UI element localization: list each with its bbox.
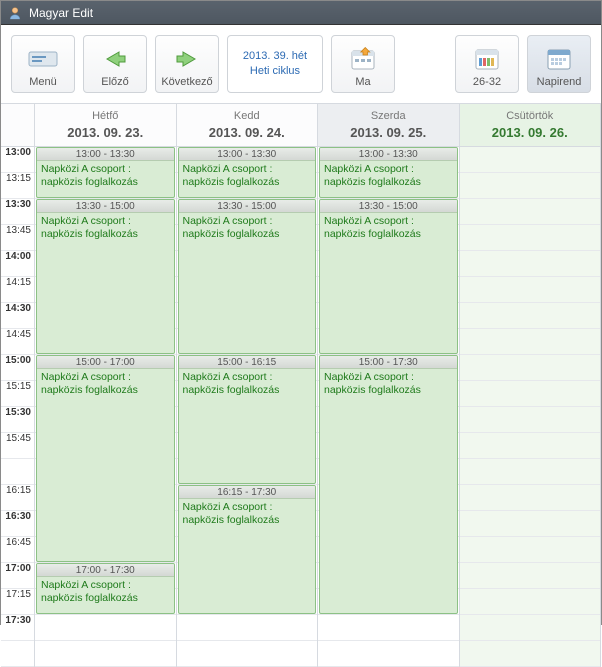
event-title: Napközi A csoport : napközis foglalkozás <box>320 369 457 399</box>
weeks-label: 26-32 <box>473 76 501 88</box>
time-slot-label: 14:45 <box>1 329 34 355</box>
agenda-label: Napirend <box>537 76 582 88</box>
event-time: 13:00 - 13:30 <box>37 148 174 161</box>
event-title: Napközi A csoport : napközis foglalkozás <box>37 213 174 243</box>
time-slot-label: 14:30 <box>1 303 34 329</box>
today-button[interactable]: Ma <box>331 35 395 93</box>
time-slot-label: 14:15 <box>1 277 34 303</box>
day-header[interactable]: Kedd 2013. 09. 24. <box>177 104 319 147</box>
calendar: Hétfő 2013. 09. 23. Kedd 2013. 09. 24. Szerd… <box>1 103 601 667</box>
day-header[interactable]: Csütörtök 2013. 09. 26. <box>460 104 602 147</box>
calendar-event[interactable]: 13:00 - 13:30Napközi A csoport : napközi… <box>319 147 458 198</box>
event-time: 16:15 - 17:30 <box>179 486 316 499</box>
window-title: Magyar Edit <box>29 6 93 20</box>
menu-icon <box>28 42 58 76</box>
day-column-thu[interactable] <box>460 147 602 667</box>
time-slot-label: 17:30 <box>1 615 34 641</box>
arrow-left-icon <box>101 42 129 76</box>
prev-button[interactable]: Előző <box>83 35 147 93</box>
calendar-event[interactable]: 13:30 - 15:00Napközi A csoport : napközi… <box>178 199 317 354</box>
event-title: Napközi A csoport : napközis foglalkozás <box>179 213 316 243</box>
day-column-tue[interactable]: 13:00 - 13:30Napközi A csoport : napközi… <box>177 147 319 667</box>
time-slot-label: 15:30 <box>1 407 34 433</box>
day-date: 2013. 09. 26. <box>464 125 597 140</box>
day-name: Hétfő <box>39 110 172 122</box>
time-slot-label: 14:00 <box>1 251 34 277</box>
event-time: 17:00 - 17:30 <box>37 564 174 577</box>
next-label: Következő <box>161 76 212 88</box>
time-slot-label: 16:15 <box>1 485 34 511</box>
calendar-event[interactable]: 13:00 - 13:30Napközi A csoport : napközi… <box>36 147 175 198</box>
week-indicator-text: 2013. 39. hétHeti ciklus <box>243 49 307 79</box>
time-slot-label: 17:00 <box>1 563 34 589</box>
time-slot-label: 15:00 <box>1 355 34 381</box>
day-column-wed[interactable]: 13:00 - 13:30Napközi A csoport : napközi… <box>318 147 460 667</box>
time-slot-label <box>1 459 34 485</box>
time-slot-label: 16:45 <box>1 537 34 563</box>
calendar-event[interactable]: 13:30 - 15:00Napközi A csoport : napközi… <box>36 199 175 354</box>
event-time: 13:00 - 13:30 <box>320 148 457 161</box>
day-date: 2013. 09. 25. <box>322 125 455 140</box>
agenda-button[interactable]: Napirend <box>527 35 591 93</box>
event-title: Napközi A csoport : napközis foglalkozás <box>179 369 316 399</box>
time-slot-label <box>1 641 34 667</box>
day-header[interactable]: Szerda 2013. 09. 25. <box>318 104 460 147</box>
calendar-agenda-icon <box>546 42 572 76</box>
event-title: Napközi A csoport : napközis foglalkozás <box>320 161 457 191</box>
prev-label: Előző <box>101 76 129 88</box>
day-name: Csütörtök <box>464 110 597 122</box>
calendar-event[interactable]: 13:30 - 15:00Napközi A csoport : napközi… <box>319 199 458 354</box>
event-title: Napközi A csoport : napközis foglalkozás <box>179 499 316 529</box>
arrow-right-icon <box>173 42 201 76</box>
event-time: 13:30 - 15:00 <box>179 200 316 213</box>
calendar-grid: 13:0013:1513:3013:4514:0014:1514:3014:45… <box>1 147 601 667</box>
user-icon <box>7 5 23 21</box>
calendar-event[interactable]: 15:00 - 17:30Napközi A csoport : napközi… <box>319 355 458 614</box>
time-slot-label: 13:45 <box>1 225 34 251</box>
time-slot-label: 15:15 <box>1 381 34 407</box>
event-title: Napközi A csoport : napközis foglalkozás <box>37 577 174 607</box>
calendar-today-icon <box>350 42 376 76</box>
day-name: Kedd <box>181 110 314 122</box>
calendar-weeks-icon <box>474 42 500 76</box>
time-slot-label: 13:15 <box>1 173 34 199</box>
window-header: Magyar Edit <box>1 1 601 25</box>
event-time: 13:30 - 15:00 <box>320 200 457 213</box>
day-date: 2013. 09. 23. <box>39 125 172 140</box>
calendar-event[interactable]: 15:00 - 17:00Napközi A csoport : napközi… <box>36 355 175 562</box>
calendar-event[interactable]: 16:15 - 17:30Napközi A csoport : napközi… <box>178 485 317 614</box>
event-title: Napközi A csoport : napközis foglalkozás <box>320 213 457 243</box>
event-time: 13:30 - 15:00 <box>37 200 174 213</box>
time-column: 13:0013:1513:3013:4514:0014:1514:3014:45… <box>1 147 35 667</box>
time-column-header <box>1 104 35 147</box>
event-title: Napközi A csoport : napközis foglalkozás <box>179 161 316 191</box>
menu-label: Menü <box>29 76 57 88</box>
day-date: 2013. 09. 24. <box>181 125 314 140</box>
time-slot-label: 13:30 <box>1 199 34 225</box>
day-column-mon[interactable]: 13:00 - 13:30Napközi A csoport : napközi… <box>35 147 177 667</box>
today-label: Ma <box>355 76 370 88</box>
time-slot-label: 15:45 <box>1 433 34 459</box>
event-time: 15:00 - 17:30 <box>320 356 457 369</box>
next-button[interactable]: Következő <box>155 35 219 93</box>
event-time: 15:00 - 17:00 <box>37 356 174 369</box>
calendar-event[interactable]: 15:00 - 16:15Napközi A csoport : napközi… <box>178 355 317 484</box>
time-slot-label: 16:30 <box>1 511 34 537</box>
toolbar: Menü Előző Következő 2013. 39. hétHeti c… <box>1 25 601 103</box>
event-title: Napközi A csoport : napközis foglalkozás <box>37 161 174 191</box>
calendar-event[interactable]: 13:00 - 13:30Napközi A csoport : napközi… <box>178 147 317 198</box>
event-title: Napközi A csoport : napközis foglalkozás <box>37 369 174 399</box>
event-time: 13:00 - 13:30 <box>179 148 316 161</box>
calendar-event[interactable]: 17:00 - 17:30Napközi A csoport : napközi… <box>36 563 175 614</box>
weeks-button[interactable]: 26-32 <box>455 35 519 93</box>
event-time: 15:00 - 16:15 <box>179 356 316 369</box>
day-header[interactable]: Hétfő 2013. 09. 23. <box>35 104 177 147</box>
menu-button[interactable]: Menü <box>11 35 75 93</box>
day-name: Szerda <box>322 110 455 122</box>
time-slot-label: 17:15 <box>1 589 34 615</box>
week-indicator[interactable]: 2013. 39. hétHeti ciklus <box>227 35 323 93</box>
time-slot-label: 13:00 <box>1 147 34 173</box>
